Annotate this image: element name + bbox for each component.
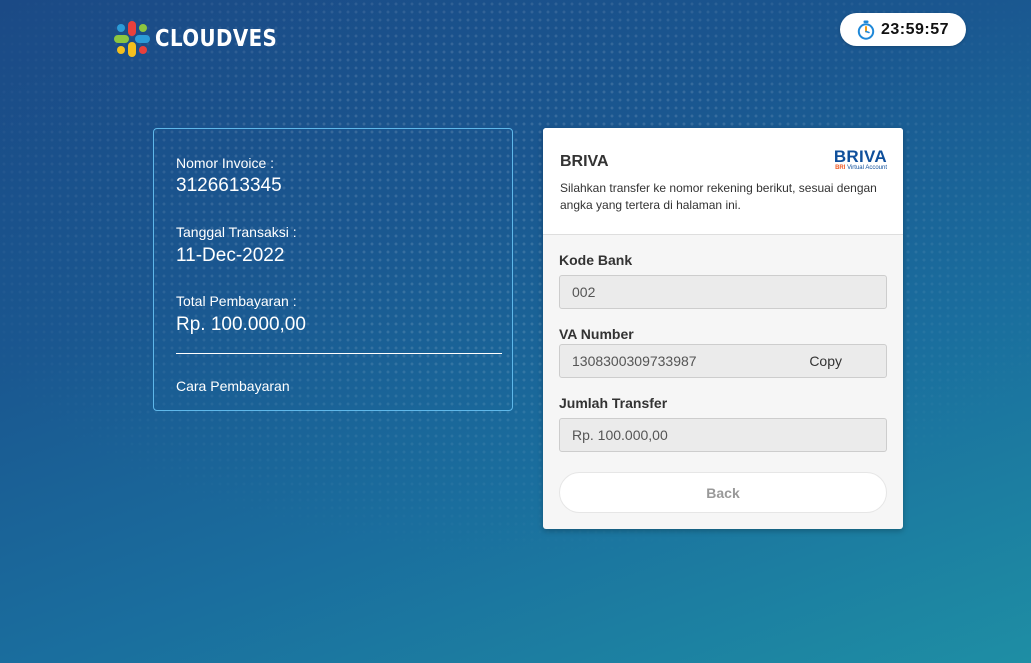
- transfer-amount-label: Jumlah Transfer: [559, 395, 668, 411]
- va-number-field[interactable]: 1308300309733987 Copy: [559, 344, 887, 378]
- bank-code-value: 002: [572, 284, 596, 300]
- bank-code-label: Kode Bank: [559, 252, 633, 268]
- payment-instructions: Silahkan transfer ke nomor rekening beri…: [560, 181, 877, 212]
- briva-logo-subtext: BRI Virtual Account: [834, 165, 887, 172]
- payment-card-header: BRIVA BRIVA BRI Virtual Account Silahkan…: [543, 128, 903, 235]
- briva-logo-sub-prefix: BRI: [835, 165, 846, 171]
- total-payment-value: Rp. 100.000,00: [176, 314, 306, 335]
- back-button[interactable]: Back: [559, 472, 887, 513]
- invoice-number-value: 3126613345: [176, 175, 282, 196]
- how-to-pay-link[interactable]: Cara Pembayaran: [176, 378, 290, 394]
- transaction-date-label: Tanggal Transaksi :: [176, 224, 297, 240]
- timer-text: 23:59:57: [880, 20, 950, 38]
- invoice-info-card: Nomor Invoice : 3126613345 Tanggal Trans…: [153, 128, 513, 411]
- invoice-number-label: Nomor Invoice :: [176, 155, 275, 171]
- transaction-date-value: 11-Dec-2022: [176, 245, 285, 266]
- va-number-label: VA Number: [559, 326, 634, 342]
- logo-text: CLOUDVES: [155, 26, 278, 52]
- va-number-value: 1308300309733987: [572, 353, 697, 369]
- payment-method-title: BRIVA: [560, 153, 609, 170]
- transfer-amount-value: Rp. 100.000,00: [572, 427, 668, 443]
- bank-code-field[interactable]: 002: [559, 275, 887, 309]
- briva-logo: BRIVA BRI Virtual Account: [834, 148, 887, 172]
- briva-logo-sub-suffix: Virtual Account: [847, 165, 887, 171]
- total-payment-label: Total Pembayaran :: [176, 293, 297, 309]
- stopwatch-icon: [857, 20, 875, 40]
- payment-card: BRIVA BRIVA BRI Virtual Account Silahkan…: [543, 128, 903, 529]
- copy-button[interactable]: Copy: [809, 345, 842, 377]
- cloudves-logo-icon: [114, 21, 150, 57]
- info-divider: [176, 353, 502, 354]
- transfer-amount-field[interactable]: Rp. 100.000,00: [559, 418, 887, 452]
- briva-logo-text: BRIVA: [833, 147, 887, 166]
- cloudves-logo: CLOUDVES: [113, 20, 297, 58]
- countdown-timer: 23:59:57: [840, 13, 966, 46]
